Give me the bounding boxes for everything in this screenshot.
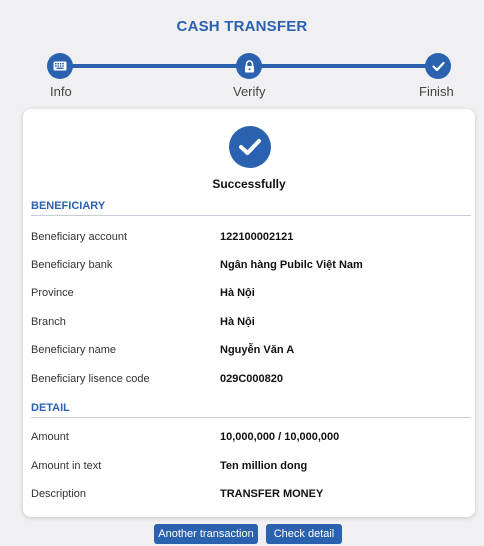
row-value: 122100002121 bbox=[220, 231, 294, 243]
row-value: Ten million dong bbox=[220, 460, 308, 472]
lock-icon bbox=[236, 53, 262, 79]
info-row: Amount in text Ten million dong bbox=[31, 460, 471, 478]
info-row: Beneficiary name Nguyễn Văn A bbox=[31, 344, 471, 362]
row-value: 10,000,000 / 10,000,000 bbox=[220, 431, 340, 443]
info-row: Beneficiary account 122100002121 bbox=[31, 231, 471, 249]
result-card: Successfully BENEFICIARY Beneficiary acc… bbox=[23, 109, 475, 517]
progress-stepper: Info Verify Finish bbox=[0, 50, 484, 100]
section-heading-beneficiary: BENEFICIARY bbox=[31, 200, 471, 216]
status-text: Successfully bbox=[212, 177, 286, 191]
info-row: Amount 10,000,000 / 10,000,000 bbox=[31, 431, 471, 449]
info-row: Description TRANSFER MONEY bbox=[31, 488, 471, 506]
step-label-verify: Verify bbox=[233, 84, 266, 99]
check-icon bbox=[425, 53, 451, 79]
check-detail-button[interactable]: Check detail bbox=[266, 524, 342, 544]
row-value: Hà Nội bbox=[220, 316, 255, 328]
row-label: Province bbox=[31, 287, 74, 299]
info-row: Beneficiary bank Ngân hàng Pubilc Việt N… bbox=[31, 259, 471, 277]
page-title: CASH TRANSFER bbox=[176, 18, 308, 35]
row-label: Amount bbox=[31, 431, 69, 443]
row-label: Branch bbox=[31, 316, 66, 328]
keyboard-icon bbox=[47, 53, 73, 79]
step-label-finish: Finish bbox=[419, 84, 454, 99]
row-label: Description bbox=[31, 488, 87, 500]
row-label: Beneficiary lisence code bbox=[31, 373, 150, 385]
row-label: Amount in text bbox=[31, 460, 102, 472]
another-transaction-button[interactable]: Another transaction bbox=[154, 524, 258, 544]
info-row: Beneficiary lisence code 029C000820 bbox=[31, 373, 471, 391]
info-row: Branch Hà Nội bbox=[31, 316, 471, 334]
row-value: Ngân hàng Pubilc Việt Nam bbox=[220, 259, 363, 271]
info-row: Province Hà Nội bbox=[31, 287, 471, 305]
row-value: 029C000820 bbox=[220, 373, 284, 385]
row-label: Beneficiary bank bbox=[31, 259, 113, 271]
section-heading-detail: DETAIL bbox=[31, 402, 471, 418]
row-label: Beneficiary account bbox=[31, 231, 127, 243]
step-label-info: Info bbox=[50, 84, 72, 99]
row-label: Beneficiary name bbox=[31, 344, 116, 356]
check-circle-icon bbox=[229, 126, 271, 168]
row-value: Nguyễn Văn A bbox=[220, 344, 295, 356]
row-value: TRANSFER MONEY bbox=[220, 488, 324, 500]
row-value: Hà Nội bbox=[220, 287, 255, 299]
